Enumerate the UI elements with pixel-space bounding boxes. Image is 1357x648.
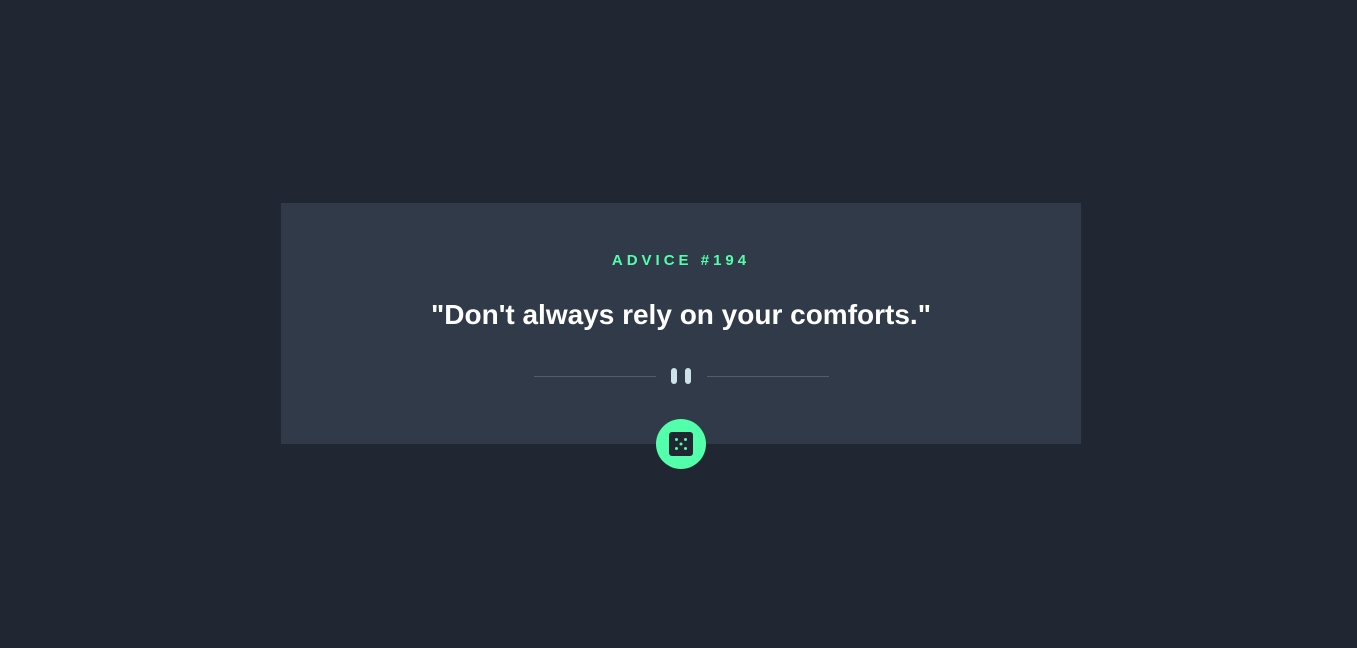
divider-line-left	[534, 376, 656, 377]
advice-quote: "Don't always rely on your comforts."	[431, 299, 931, 330]
new-advice-button[interactable]	[656, 419, 706, 469]
advice-card: ADVICE #194 "Don't always rely on your c…	[281, 203, 1081, 444]
divider	[534, 368, 829, 384]
dice-icon	[669, 432, 693, 456]
pause-icon	[671, 368, 692, 384]
divider-line-right	[707, 376, 829, 377]
advice-heading: ADVICE #194	[611, 252, 751, 269]
page: ADVICE #194 "Don't always rely on your c…	[0, 0, 1357, 648]
